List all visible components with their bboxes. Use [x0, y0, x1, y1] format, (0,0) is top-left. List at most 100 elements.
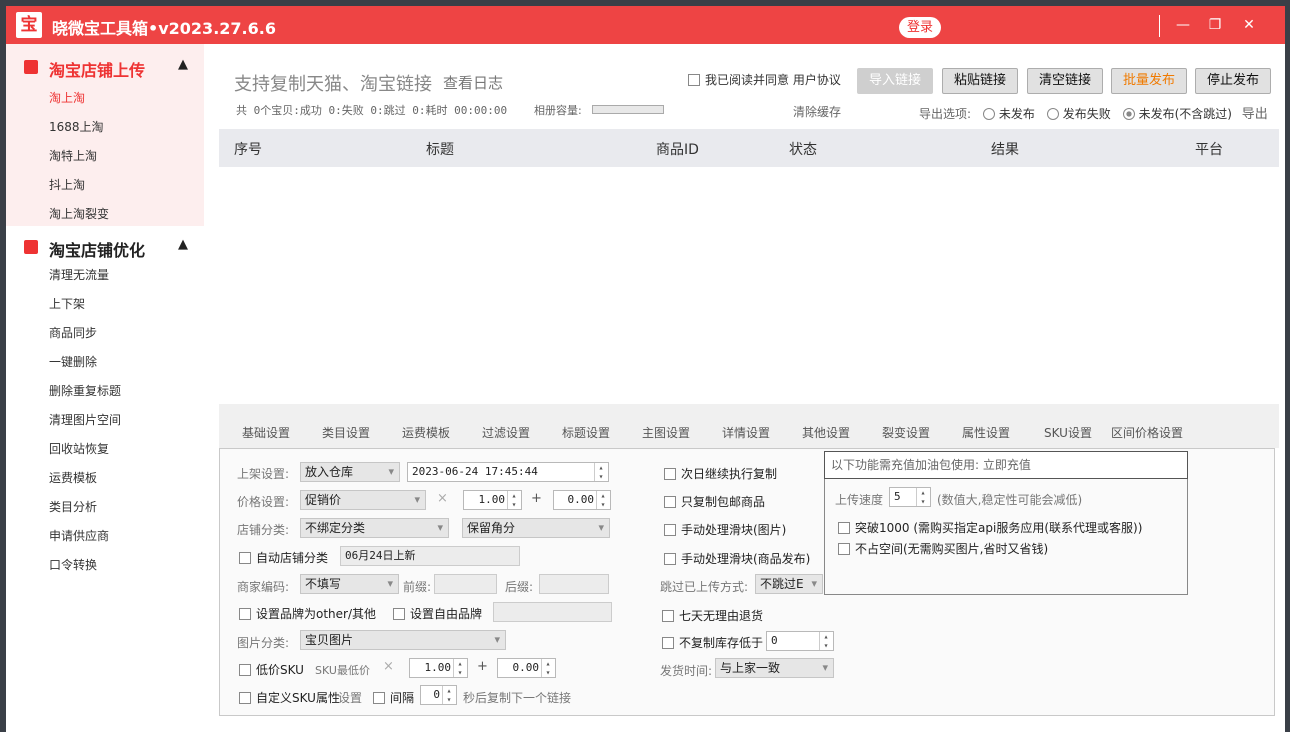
checkbox-icon[interactable] [664, 553, 676, 565]
checkbox-icon[interactable] [393, 608, 405, 620]
no-space-checkbox[interactable]: 不占空间(无需购买图片,省时又省钱) [838, 540, 1048, 557]
price-multiplier-input[interactable]: 1.00 [463, 490, 522, 510]
clear-cache-link[interactable]: 清除缓存 [793, 103, 841, 120]
checkbox-icon[interactable] [239, 692, 251, 704]
vip-header[interactable]: 以下功能需充值加油包使用: 立即充值 [824, 451, 1188, 479]
tab-detail[interactable]: 详情设置 [722, 424, 770, 441]
slider-image-checkbox[interactable]: 手动处理滑块(图片) [664, 521, 786, 538]
col-result[interactable]: 结果 [991, 139, 1019, 159]
ship-time-select[interactable]: 与上家一致 [715, 658, 834, 678]
sidebar-item-recycle[interactable]: 回收站恢复 [6, 435, 206, 464]
image-category-select[interactable]: 宝贝图片 [300, 630, 506, 650]
import-links-button[interactable]: 导入链接 [857, 68, 933, 94]
seven-day-return-checkbox[interactable]: 七天无理由退货 [662, 607, 763, 624]
shop-category-select[interactable]: 不绑定分类 [300, 518, 449, 538]
suffix-input[interactable] [539, 574, 609, 594]
tab-fission[interactable]: 裂变设置 [882, 424, 930, 441]
checkbox-icon[interactable] [239, 608, 251, 620]
sidebar-group-upload[interactable]: 淘宝店铺上传 ▲ [6, 52, 206, 82]
low-sku-checkbox[interactable]: 低价SKU [239, 661, 304, 678]
upload-speed-input[interactable]: 5 [889, 487, 931, 507]
restore-icon[interactable]: ❐ [1204, 14, 1226, 36]
shelf-select[interactable]: 放入仓库 [300, 462, 400, 482]
interval-input[interactable]: 0 [420, 685, 457, 705]
auto-category-checkbox[interactable]: 自动店铺分类 [239, 549, 328, 566]
checkbox-icon[interactable] [664, 496, 676, 508]
col-title[interactable]: 标题 [426, 139, 454, 159]
interval-checkbox[interactable]: 间隔 [373, 689, 414, 706]
col-platform[interactable]: 平台 [1195, 139, 1223, 159]
prefix-input[interactable] [434, 574, 497, 594]
tab-main-image[interactable]: 主图设置 [642, 424, 690, 441]
checkbox-icon[interactable] [662, 637, 674, 649]
col-product-id[interactable]: 商品ID [656, 139, 699, 159]
view-log-link[interactable]: 查看日志 [443, 72, 503, 93]
brand-other-checkbox[interactable]: 设置品牌为other/其他 [239, 605, 376, 622]
checkbox-icon[interactable] [662, 610, 674, 622]
tab-title[interactable]: 标题设置 [562, 424, 610, 441]
tab-filter[interactable]: 过滤设置 [482, 424, 530, 441]
export-opt-unpublished-noskip[interactable]: 未发布(不含跳过) [1122, 107, 1232, 121]
clear-links-button[interactable]: 清空链接 [1027, 68, 1103, 94]
tab-attribute[interactable]: 属性设置 [962, 424, 1010, 441]
checkbox-icon[interactable] [373, 692, 385, 704]
checkbox-icon[interactable] [838, 522, 850, 534]
brand-free-checkbox[interactable]: 设置自由品牌 [393, 605, 482, 622]
price-add-input[interactable]: 0.00 [553, 490, 611, 510]
free-shipping-checkbox[interactable]: 只复制包邮商品 [664, 493, 765, 510]
sku-add-input[interactable]: 0.00 [497, 658, 556, 678]
next-day-checkbox[interactable]: 次日继续执行复制 [664, 465, 777, 482]
cents-select[interactable]: 保留角分 [462, 518, 610, 538]
merchant-code-select[interactable]: 不填写 [300, 574, 399, 594]
tab-price-range[interactable]: 区间价格设置 [1111, 424, 1183, 441]
stock-low-checkbox[interactable]: 不复制库存低于 [662, 634, 763, 651]
tab-basic[interactable]: 基础设置 [242, 424, 290, 441]
chevron-up-icon[interactable]: ▲ [178, 237, 188, 252]
radio-icon[interactable] [982, 108, 995, 120]
sidebar-item-freight[interactable]: 运费模板 [6, 464, 206, 493]
chevron-up-icon[interactable]: ▲ [178, 57, 188, 72]
auto-category-input[interactable]: 06月24日上新 [340, 546, 520, 566]
stock-low-input[interactable]: 0 [766, 631, 834, 651]
sku-multiplier-input[interactable]: 1.00 [409, 658, 468, 678]
login-button[interactable]: 登录 [899, 17, 941, 38]
checkbox-icon[interactable] [239, 664, 251, 676]
export-button[interactable]: 导出 [1242, 107, 1268, 122]
col-status[interactable]: 状态 [789, 139, 817, 159]
export-opt-unpublished[interactable]: 未发布 [982, 107, 1035, 121]
sidebar-item-1688[interactable]: 1688上淘 [6, 113, 206, 142]
sidebar-item-taote[interactable]: 淘特上淘 [6, 142, 206, 171]
batch-publish-button[interactable]: 批量发布 [1111, 68, 1187, 94]
break-1000-checkbox[interactable]: 突破1000 (需购买指定api服务应用(联系代理或客服)) [838, 519, 1142, 536]
stop-publish-button[interactable]: 停止发布 [1195, 68, 1271, 94]
sidebar-item-delete[interactable]: 一键删除 [6, 348, 206, 377]
custom-sku-settings-link[interactable]: 设置 [338, 689, 362, 706]
tab-category[interactable]: 类目设置 [322, 424, 370, 441]
sidebar-item-category[interactable]: 类目分析 [6, 493, 206, 522]
radio-selected-icon[interactable] [1122, 108, 1135, 120]
close-icon[interactable]: ✕ [1238, 14, 1260, 36]
user-agreement-link[interactable]: 用户协议 [793, 73, 841, 87]
export-opt-failed[interactable]: 发布失败 [1046, 107, 1111, 121]
sidebar-item-shelf[interactable]: 上下架 [6, 290, 206, 319]
radio-icon[interactable] [1046, 108, 1059, 120]
col-index[interactable]: 序号 [234, 139, 262, 159]
tab-sku[interactable]: SKU设置 [1044, 424, 1092, 441]
sidebar-item-token[interactable]: 口令转换 [6, 551, 206, 580]
slider-publish-checkbox[interactable]: 手动处理滑块(商品发布) [664, 550, 810, 567]
shelf-time-input[interactable]: 2023-06-24 17:45:44 [407, 462, 609, 482]
paste-links-button[interactable]: 粘贴链接 [942, 68, 1018, 94]
checkbox-icon[interactable] [664, 524, 676, 536]
sidebar-item-taoshangtao[interactable]: 淘上淘 [6, 84, 206, 113]
skip-method-select[interactable]: 不跳过E [755, 574, 823, 594]
sidebar-item-dou[interactable]: 抖上淘 [6, 171, 206, 200]
price-select[interactable]: 促销价 [300, 490, 426, 510]
sidebar-item-sync[interactable]: 商品同步 [6, 319, 206, 348]
minimize-icon[interactable]: — [1172, 14, 1194, 36]
custom-sku-checkbox[interactable]: 自定义SKU属性 [239, 689, 340, 706]
checkbox-icon[interactable] [664, 468, 676, 480]
checkbox-icon[interactable] [239, 552, 251, 564]
agree-checkbox[interactable]: 我已阅读并同意 用户协议 [688, 71, 841, 88]
tab-freight[interactable]: 运费模板 [402, 424, 450, 441]
sidebar-group-optimize[interactable]: 淘宝店铺优化 ▲ [6, 232, 206, 262]
